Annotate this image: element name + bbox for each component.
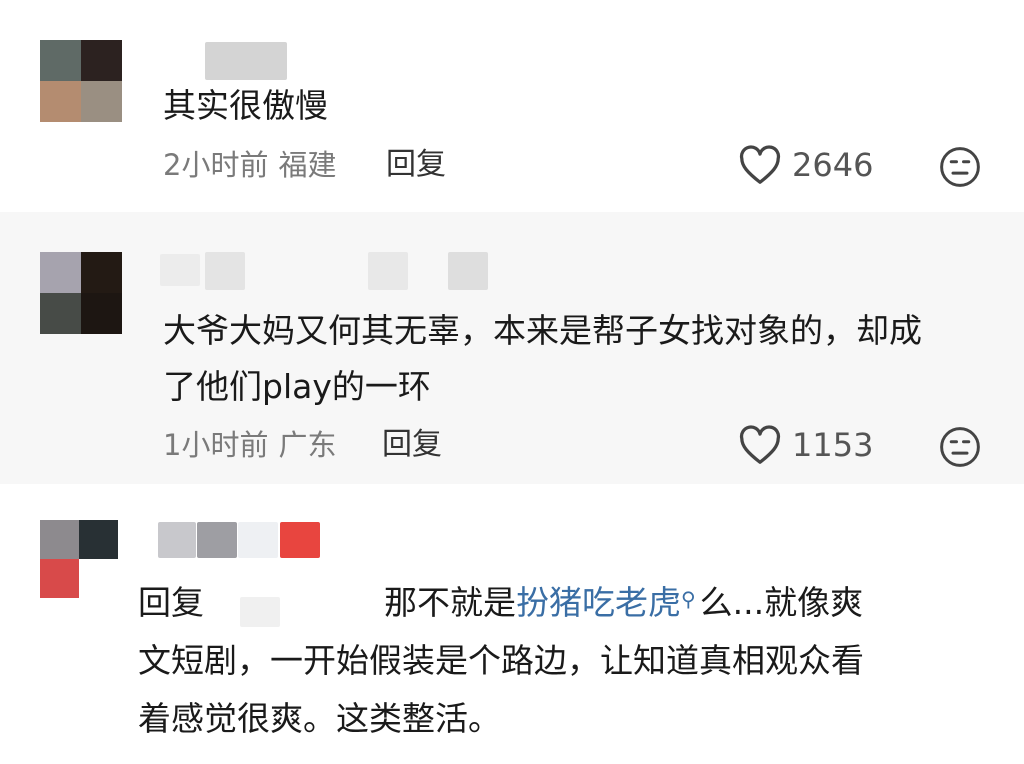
meh-face-icon[interactable] [939,426,981,468]
comment-item-2: 大爷大妈又何其无辜，本来是帮子女找对象的，却成 了他们play的一环 1小时前广… [0,212,1024,484]
heart-outline-icon [739,145,781,184]
comment-text-segment: 么...就像爽 [699,583,864,622]
blurred-username [280,522,320,558]
meh-face-icon[interactable] [939,146,981,188]
like-button[interactable]: 1153 [738,425,873,465]
blurred-username [448,252,488,290]
like-count: 2646 [792,146,874,184]
comment-meta: 2小时前 福建 [163,145,336,185]
avatar[interactable] [40,520,118,598]
comment-time: 1小时前 [163,428,269,462]
comment-text-line-1: 大爷大妈又何其无辜，本来是帮子女找对象的，却成 [163,311,922,350]
comment-time: 2小时前 [163,148,269,182]
blurred-mention [204,584,384,614]
search-link[interactable]: 扮猪吃老虎 [516,583,681,622]
magnifier-icon[interactable]: ⚲ [681,587,696,611]
blurred-username [205,42,287,80]
avatar[interactable] [40,252,122,334]
blurred-username [205,252,245,290]
comment-location: 广东 [278,428,337,462]
avatar[interactable] [40,40,122,122]
reply-button[interactable]: 回复 [386,145,446,185]
comment-text: 其实很傲慢 [163,86,328,125]
blurred-username [197,522,237,558]
heart-outline-icon [739,425,781,464]
comment-item-1: 其实很傲慢 2小时前 福建 回复 2646 [0,0,1024,212]
comment-text-segment: 那不就是 [384,583,516,622]
like-button[interactable]: 2646 [738,145,873,185]
blurred-mention-patch [240,597,280,627]
blurred-username [160,254,200,286]
like-count: 1153 [792,426,874,464]
comment-meta: 1小时前 广东 [163,425,336,465]
reply-button[interactable]: 回复 [382,425,442,465]
blurred-username [238,522,278,558]
comment-location: 福建 [278,148,337,182]
comment-text-line-3: 着感觉很爽。这类整活。 [138,699,501,738]
reply-prefix: 回复 [138,583,204,622]
blurred-username [368,252,408,290]
blurred-username [158,522,196,558]
comment-item-3: 回复 那不就是扮猪吃老虎⚲ 么...就像爽 文短剧，一开始假装是个路边，让知道真相观… [0,484,1024,764]
comment-text-line-2: 了他们play的一环 [163,367,431,406]
comment-text-line-2: 文短剧，一开始假装是个路边，让知道真相观众看 [138,641,864,680]
